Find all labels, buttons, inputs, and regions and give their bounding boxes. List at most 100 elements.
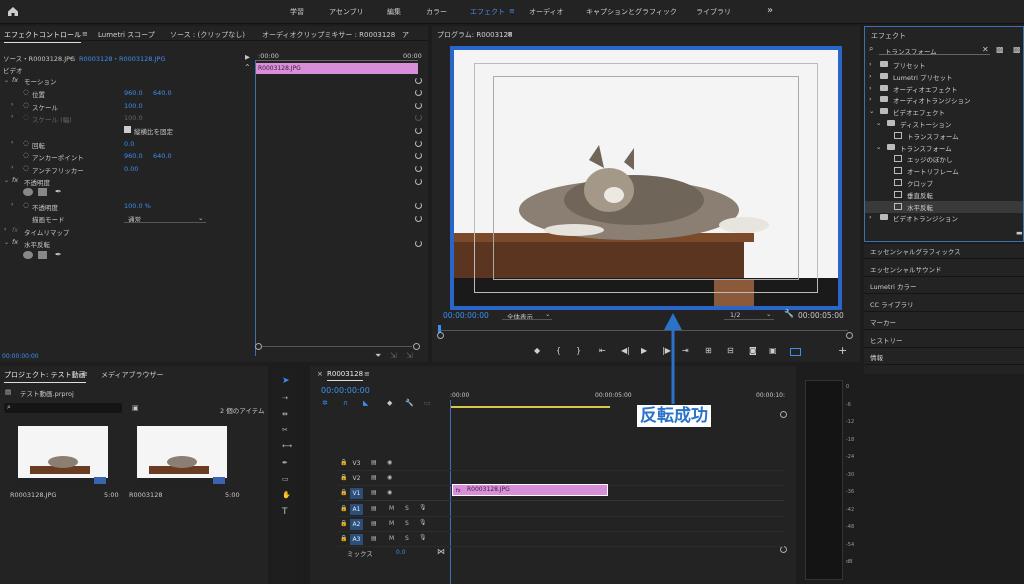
project-item-thumb[interactable] <box>137 426 227 486</box>
pen-mask-icon[interactable]: ✒ <box>55 250 62 259</box>
32bit-effects-icon[interactable]: ▩ <box>1013 45 1021 54</box>
ripple-edit-tool-icon[interactable]: ⇹ <box>282 410 288 418</box>
razor-tool-icon[interactable]: ✂ <box>282 426 288 434</box>
slip-tool-icon[interactable]: ⟷ <box>282 442 292 450</box>
tab-sequence[interactable]: R0003128 <box>327 370 364 381</box>
tab-menu-icon[interactable]: ≡ <box>364 370 370 378</box>
project-item-name[interactable]: R0003128 <box>129 491 162 499</box>
scroll-handle[interactable] <box>413 343 420 350</box>
effects-tree-item[interactable]: クロップ <box>865 177 1023 189</box>
tab-effect-controls[interactable]: エフェクトコントロール <box>4 30 81 43</box>
effects-tree-item[interactable]: › プリセット <box>865 59 1023 71</box>
close-tab-icon[interactable]: × <box>317 370 323 378</box>
chevron-down-icon[interactable]: ⌄ <box>876 119 881 127</box>
solo-button[interactable]: S <box>405 505 409 512</box>
type-tool-icon[interactable]: T <box>282 507 288 517</box>
effects-tree-item[interactable]: › ビデオトランジション <box>865 212 1023 224</box>
sync-lock-icon[interactable]: ▤ <box>371 489 377 496</box>
scroll-handle[interactable] <box>437 332 444 339</box>
program-monitor-title[interactable]: プログラム: R0003128 <box>437 30 512 40</box>
go-to-in-icon[interactable]: ⇤ <box>599 346 606 355</box>
effects-tree-item[interactable]: 水平反転 <box>865 200 1023 213</box>
workspace-tab-learn[interactable]: 学習 <box>290 7 304 17</box>
sync-lock-icon[interactable]: ▤ <box>371 459 377 466</box>
effects-tree-item[interactable]: 垂直反転 <box>865 189 1023 201</box>
side-section-tab[interactable]: エッセンシャルグラフィックス <box>870 246 961 256</box>
expand-icon[interactable]: › <box>11 201 13 208</box>
play-only-icon[interactable]: ▶ <box>245 53 250 61</box>
sequence-clip-label[interactable]: R0003128・R0003128.JPG <box>79 53 165 63</box>
track-label[interactable]: A1 <box>350 504 363 515</box>
chevron-right-icon[interactable]: › <box>869 84 872 92</box>
stopwatch-icon[interactable]: ◌ <box>23 201 29 209</box>
camera-icon[interactable]: ◙ <box>749 346 757 355</box>
lock-icon[interactable]: 🔒 <box>340 459 347 466</box>
chevron-down-icon[interactable]: ⌄ <box>876 143 881 151</box>
tab-media-browser[interactable]: メディアブラウザー <box>101 370 164 380</box>
project-item-thumb[interactable] <box>18 426 108 486</box>
track-label[interactable]: V2 <box>350 473 363 484</box>
mute-button[interactable]: M <box>389 520 394 527</box>
effects-tree-item[interactable]: トランスフォーム <box>865 130 1023 142</box>
mix-value[interactable]: 0.0 <box>396 549 406 556</box>
lock-icon[interactable]: 🔒 <box>340 535 347 542</box>
program-timecode[interactable]: 00:00:00:00 <box>443 311 489 320</box>
add-button-icon[interactable]: + <box>838 344 847 357</box>
dropdown-icon[interactable]: ⌄ <box>69 53 74 61</box>
tab-lumetri-scopes[interactable]: Lumetri スコープ <box>98 30 155 40</box>
effects-tree-item[interactable]: › オーディオトランジション <box>865 94 1023 106</box>
reset-icon[interactable] <box>415 77 422 84</box>
stopwatch-icon[interactable]: ◌ <box>23 101 29 109</box>
workspace-tab-audio[interactable]: オーディオ <box>529 7 564 17</box>
effects-tree-item[interactable]: › オーディオエフェクト <box>865 83 1023 95</box>
timeline-timecode[interactable]: 00:00:00:00 <box>321 386 370 395</box>
opacity-value[interactable]: 100.0 % <box>124 202 151 210</box>
position-x-value[interactable]: 960.0 <box>124 89 143 97</box>
microphone-icon[interactable]: 🎙 <box>419 504 427 511</box>
effects-tree-item[interactable]: エッジのぼかし <box>865 153 1023 165</box>
comparison-icon[interactable]: ▣ <box>769 346 777 355</box>
reset-icon[interactable] <box>415 215 422 222</box>
chevron-down-icon[interactable]: ⌄ <box>545 310 550 318</box>
scroll-handle[interactable] <box>780 411 787 418</box>
tab-source[interactable]: ソース : (クリップなし) <box>170 30 245 40</box>
resolution-dropdown[interactable]: 1/2 <box>730 311 740 319</box>
wrench-icon[interactable]: 🔧 <box>405 399 414 407</box>
stopwatch-icon[interactable]: ◌ <box>23 139 29 147</box>
workspace-tab-edit[interactable]: 編集 <box>387 7 401 17</box>
lift-icon[interactable]: ⊞ <box>705 346 712 355</box>
eye-icon[interactable]: ◉ <box>387 459 392 466</box>
reset-icon[interactable] <box>415 127 422 134</box>
clear-search-icon[interactable]: ✕ <box>982 45 989 54</box>
chevron-right-icon[interactable]: › <box>869 60 872 68</box>
chevron-down-icon[interactable]: ⌄ <box>766 310 771 318</box>
mini-timeline-clip[interactable]: R0003128.JPG <box>256 63 418 74</box>
scale-value[interactable]: 100.0 <box>124 102 143 110</box>
reset-icon[interactable] <box>415 89 422 96</box>
pen-mask-icon[interactable]: ✒ <box>55 187 62 196</box>
workspace-menu-icon[interactable]: ≡ <box>509 7 515 15</box>
rectangle-tool-icon[interactable]: ▭ <box>282 475 289 483</box>
workspace-tab-captions[interactable]: キャプションとグラフィック <box>586 7 677 17</box>
tab-menu-icon[interactable]: ≡ <box>507 30 513 38</box>
more-workspaces-icon[interactable]: » <box>767 5 773 16</box>
extract-icon[interactable]: ⊟ <box>727 346 734 355</box>
anchor-y-value[interactable]: 640.0 <box>153 152 172 160</box>
tab-menu-icon[interactable]: ≡ <box>82 370 88 378</box>
uniform-scale-checkbox[interactable] <box>124 126 131 133</box>
reset-icon[interactable] <box>415 140 422 147</box>
lock-icon[interactable]: 🔒 <box>340 489 347 496</box>
lock-icon[interactable]: 🔒 <box>340 505 347 512</box>
eye-icon[interactable]: ◉ <box>387 489 392 496</box>
rectangle-mask-icon[interactable] <box>38 188 47 196</box>
reset-icon[interactable] <box>415 165 422 172</box>
mute-button[interactable]: M <box>389 535 394 542</box>
track-select-tool-icon[interactable]: ⇢ <box>282 394 288 402</box>
accelerated-effects-icon[interactable]: ▩ <box>996 45 1004 54</box>
play-icon[interactable]: ▶ <box>641 346 647 355</box>
stopwatch-icon[interactable]: ◌ <box>23 88 29 96</box>
lock-icon[interactable]: 🔒 <box>340 520 347 527</box>
program-frame[interactable] <box>450 46 842 310</box>
sync-lock-icon[interactable]: ▤ <box>371 505 377 512</box>
scroll-handle[interactable] <box>255 343 262 350</box>
